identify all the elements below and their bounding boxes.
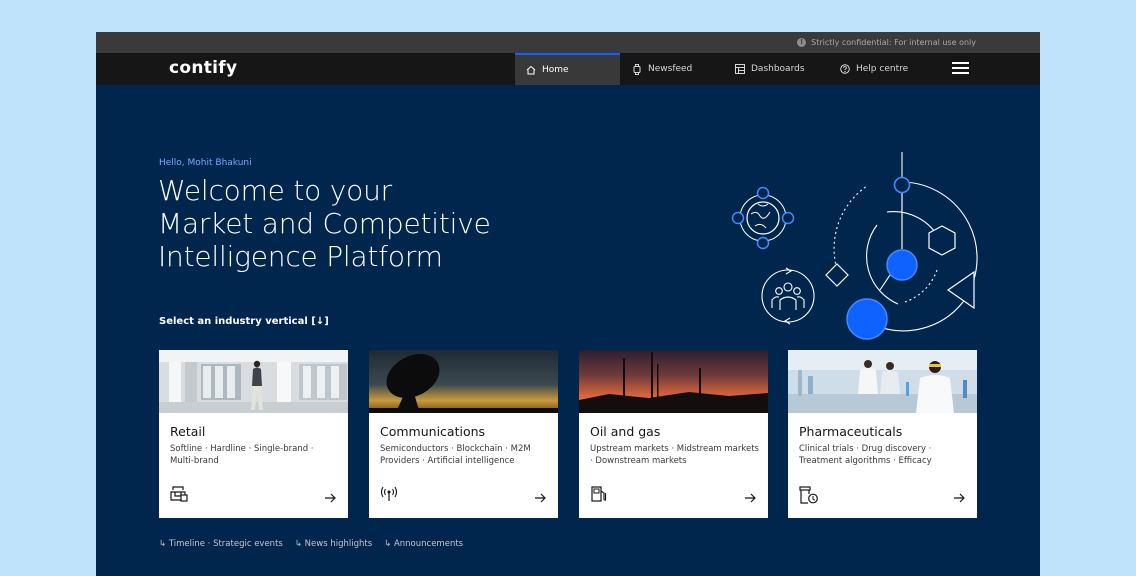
user-greeting: Hello, Mohit Bhakuni bbox=[159, 158, 252, 168]
pharmaceuticals-image bbox=[788, 350, 977, 413]
oil-and-gas-image bbox=[579, 350, 768, 413]
retail-image bbox=[159, 350, 348, 413]
arrow-right-icon[interactable] bbox=[535, 493, 546, 503]
app-window: ! Strictly confidential: For internal us… bbox=[96, 32, 1040, 576]
nav-home-label: Home bbox=[542, 65, 569, 75]
top-navigation: contify Home Newsfeed Dashboards Help ce… bbox=[96, 53, 1040, 85]
nav-help-label: Help centre bbox=[856, 64, 909, 74]
title-line: Intelligence Platform bbox=[158, 240, 443, 273]
info-icon: ! bbox=[797, 38, 807, 47]
nav-newsfeed-label: Newsfeed bbox=[648, 64, 693, 74]
industry-select-label: Select an industry vertical [↓] bbox=[159, 316, 329, 327]
antenna-icon bbox=[380, 486, 398, 501]
hamburger-menu-icon[interactable] bbox=[952, 62, 969, 76]
title-line: Welcome to your bbox=[158, 174, 392, 207]
nav-dashboards[interactable]: Dashboards bbox=[735, 53, 805, 85]
industry-card-communications[interactable]: Communications Semiconductors · Blockcha… bbox=[369, 350, 558, 518]
confidential-notice: Strictly confidential: For internal use … bbox=[811, 38, 976, 47]
nav-help-centre[interactable]: Help centre bbox=[840, 53, 908, 85]
quick-links: ↳ Timeline · Strategic events ↳ News hig… bbox=[159, 539, 463, 549]
arrow-right-icon[interactable] bbox=[954, 493, 965, 503]
page-title: Welcome to your Market and Competitive I… bbox=[158, 174, 558, 273]
card-description: Semiconductors · Blockchain · M2M Provid… bbox=[380, 444, 531, 466]
watch-icon bbox=[633, 63, 641, 75]
card-description: Upstream markets · Midstream markets · D… bbox=[590, 444, 759, 466]
industry-card-retail[interactable]: Retail Softline · Hardline · Single-bran… bbox=[159, 350, 348, 518]
confidential-banner: ! Strictly confidential: For internal us… bbox=[96, 32, 1040, 53]
link-news-highlights[interactable]: ↳ News highlights bbox=[295, 539, 372, 549]
title-line: Market and Competitive bbox=[158, 207, 491, 240]
fuel-pump-icon bbox=[591, 486, 607, 502]
nav-dashboards-label: Dashboards bbox=[751, 64, 805, 74]
arrow-right-icon[interactable] bbox=[745, 493, 756, 503]
industry-card-oil-and-gas[interactable]: Oil and gas Upstream markets · Midstream… bbox=[579, 350, 768, 518]
link-timeline-strategic-events[interactable]: ↳ Timeline · Strategic events bbox=[159, 539, 283, 549]
home-icon bbox=[526, 65, 536, 75]
dashboard-icon bbox=[735, 64, 745, 74]
market-intelligence-illustration bbox=[731, 152, 978, 340]
card-title: Retail bbox=[170, 424, 206, 439]
communications-image bbox=[369, 350, 558, 413]
nav-home[interactable]: Home bbox=[515, 53, 620, 85]
nav-newsfeed[interactable]: Newsfeed bbox=[632, 53, 692, 85]
card-description: Clinical trials · Drug discovery · Treat… bbox=[799, 444, 932, 466]
card-description: Softline · Hardline · Single-brand · Mul… bbox=[170, 444, 314, 466]
link-announcements[interactable]: ↳ Announcements bbox=[384, 539, 463, 549]
help-icon bbox=[840, 64, 850, 74]
contify-logo[interactable]: contify bbox=[169, 58, 237, 78]
industry-card-pharmaceuticals[interactable]: Pharmaceuticals Clinical trials · Drug d… bbox=[788, 350, 977, 518]
store-icon bbox=[170, 486, 188, 502]
card-title: Oil and gas bbox=[590, 424, 661, 439]
medicine-bottle-icon bbox=[799, 486, 818, 504]
arrow-right-icon[interactable] bbox=[325, 493, 336, 503]
card-title: Pharmaceuticals bbox=[799, 424, 903, 439]
card-title: Communications bbox=[380, 424, 486, 439]
